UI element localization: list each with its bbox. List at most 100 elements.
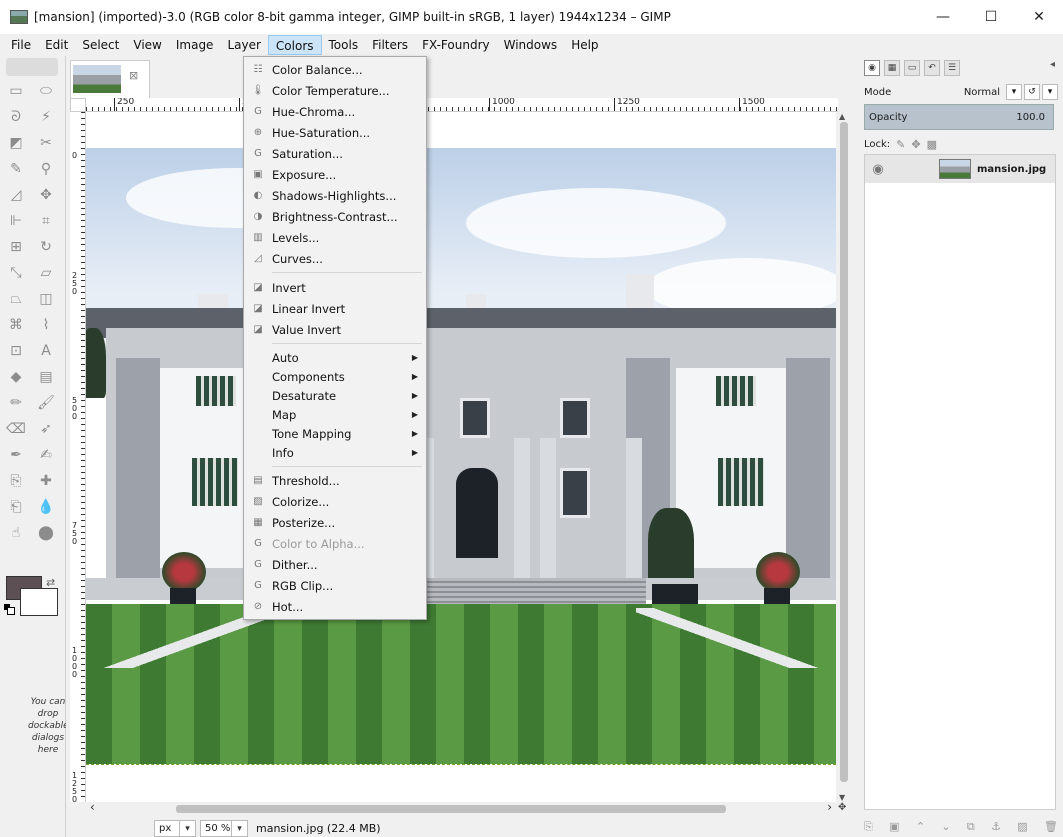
menu-item-linear-invert[interactable]: ◪ Linear Invert: [244, 298, 426, 319]
unit-select[interactable]: px ▾: [154, 820, 196, 837]
dock-list-icon[interactable]: ☰: [944, 60, 960, 76]
text-icon[interactable]: A: [34, 340, 58, 362]
eye-icon[interactable]: ◉: [865, 162, 891, 177]
menu-item-color-balance[interactable]: ☷ Color Balance...: [244, 59, 426, 80]
menu-item-desaturate[interactable]: Desaturate ▶: [244, 385, 426, 406]
scroll-down-icon[interactable]: ▼: [839, 793, 845, 802]
menu-tools[interactable]: Tools: [322, 35, 366, 55]
crop-icon[interactable]: ⌗: [34, 210, 58, 232]
fuzzy-select-icon[interactable]: ⚡: [34, 106, 58, 128]
image-canvas[interactable]: [86, 112, 836, 802]
menu-item-threshold[interactable]: ▤ Threshold...: [244, 470, 426, 491]
menu-item-posterize[interactable]: ▦ Posterize...: [244, 512, 426, 533]
horizontal-scrollbar[interactable]: ‹ ›: [86, 800, 836, 816]
menu-item-dither[interactable]: G Dither...: [244, 554, 426, 575]
gradient-icon[interactable]: ▤: [34, 366, 58, 388]
paths-tab-icon[interactable]: ▭: [904, 60, 920, 76]
color-picker-icon[interactable]: ✎: [4, 158, 28, 180]
ellipse-select-icon[interactable]: ⬭: [34, 80, 58, 102]
pencil-icon[interactable]: ✏: [4, 392, 28, 414]
lock-alpha-icon[interactable]: ▩: [927, 138, 937, 151]
undo-tab-icon[interactable]: ↶: [924, 60, 940, 76]
menu-image[interactable]: Image: [169, 35, 221, 55]
menu-item-auto[interactable]: Auto ▶: [244, 347, 426, 368]
vertical-scroll-thumb[interactable]: [840, 122, 848, 782]
close-tab-icon[interactable]: ⊠: [129, 69, 138, 82]
menu-select[interactable]: Select: [75, 35, 126, 55]
navigate-icon[interactable]: ✥: [838, 802, 852, 816]
menu-windows[interactable]: Windows: [497, 35, 565, 55]
menu-fx-foundry[interactable]: FX-Foundry: [415, 35, 497, 55]
perspective-clone-icon[interactable]: ⎗: [4, 496, 28, 518]
menu-item-tone-mapping[interactable]: Tone Mapping ▶: [244, 423, 426, 444]
bucket-fill-icon[interactable]: ◆: [4, 366, 28, 388]
menu-view[interactable]: View: [126, 35, 168, 55]
channels-tab-icon[interactable]: ▦: [884, 60, 900, 76]
scroll-up-icon[interactable]: ▲: [839, 112, 845, 121]
lock-pixels-icon[interactable]: ✎: [896, 138, 905, 151]
heal-icon[interactable]: ✚: [34, 470, 58, 492]
background-color-swatch[interactable]: [20, 588, 58, 616]
zoom-icon[interactable]: ⚲: [34, 158, 58, 180]
align-icon[interactable]: ⊩: [4, 210, 28, 232]
close-button[interactable]: ✕: [1015, 0, 1063, 34]
smudge-icon[interactable]: ☝: [4, 522, 28, 544]
clone-icon[interactable]: ⎘: [4, 470, 28, 492]
mypaint-brush-icon[interactable]: ✍: [34, 444, 58, 466]
minimize-button[interactable]: —: [919, 0, 967, 34]
menu-item-components[interactable]: Components ▶: [244, 366, 426, 387]
new-group-icon[interactable]: ▣: [889, 820, 899, 836]
menu-edit[interactable]: Edit: [38, 35, 75, 55]
menu-item-colorize[interactable]: ▨ Colorize...: [244, 491, 426, 512]
lower-layer-icon[interactable]: ⌄: [941, 820, 950, 836]
free-select-icon[interactable]: ᘐ: [4, 106, 28, 128]
airbrush-icon[interactable]: ➶: [34, 418, 58, 440]
chevron-down-icon[interactable]: ▾: [1042, 84, 1058, 100]
opacity-slider[interactable]: Opacity 100.0: [864, 104, 1054, 130]
move-icon[interactable]: ✥: [34, 184, 58, 206]
warp-transform-icon[interactable]: ⌇: [34, 314, 58, 336]
horizontal-scroll-thumb[interactable]: [176, 805, 726, 813]
duplicate-layer-icon[interactable]: ⧉: [967, 820, 975, 836]
blur-sharpen-icon[interactable]: 💧: [34, 496, 58, 518]
menu-item-hot[interactable]: ⊘ Hot...: [244, 596, 426, 617]
handle-transform-icon[interactable]: ⊡: [4, 340, 28, 362]
menu-item-hue-saturation[interactable]: ⊕ Hue-Saturation...: [244, 122, 426, 143]
horizontal-ruler[interactable]: 250 500 750 1000 1250 1500: [86, 98, 838, 112]
menu-colors[interactable]: Colors: [267, 35, 322, 55]
menu-help[interactable]: Help: [564, 35, 605, 55]
cage-transform-icon[interactable]: ⌘: [4, 314, 28, 336]
scissors-icon[interactable]: ✂: [34, 132, 58, 154]
menu-item-curves[interactable]: ◿ Curves...: [244, 248, 426, 269]
by-color-select-icon[interactable]: ◩: [4, 132, 28, 154]
menu-item-value-invert[interactable]: ◪ Value Invert: [244, 319, 426, 340]
layer-row[interactable]: ◉ mansion.jpg: [865, 155, 1055, 183]
lock-position-icon[interactable]: ✥: [911, 138, 920, 151]
scroll-right-icon[interactable]: ›: [827, 800, 832, 814]
menu-item-saturation[interactable]: G Saturation...: [244, 143, 426, 164]
unified-transform-icon[interactable]: ⊞: [4, 236, 28, 258]
rect-select-icon[interactable]: ▭: [4, 80, 28, 102]
menu-item-info[interactable]: Info ▶: [244, 442, 426, 463]
zoom-select[interactable]: 50 % ▾: [200, 820, 248, 837]
reset-colors-icon[interactable]: [4, 604, 15, 615]
eraser-icon[interactable]: ⌫: [4, 418, 28, 440]
dodge-burn-icon[interactable]: ⬤: [34, 522, 58, 544]
delete-layer-icon[interactable]: 🗑: [1044, 820, 1058, 836]
scroll-left-icon[interactable]: ‹: [90, 800, 95, 814]
paintbrush-icon[interactable]: 🖌: [34, 392, 58, 414]
menu-item-invert[interactable]: ◪ Invert: [244, 277, 426, 298]
perspective-icon[interactable]: ⏢: [4, 288, 28, 310]
menu-item-rgb-clip[interactable]: G RGB Clip...: [244, 575, 426, 596]
swap-colors-icon[interactable]: ⇄: [46, 576, 55, 589]
menu-item-levels[interactable]: ▥ Levels...: [244, 227, 426, 248]
ink-icon[interactable]: ✒: [4, 444, 28, 466]
chevron-down-icon[interactable]: ▾: [1006, 84, 1022, 100]
layers-tab-icon[interactable]: ◉: [864, 60, 880, 76]
raise-layer-icon[interactable]: ⌃: [916, 820, 925, 836]
vertical-ruler[interactable]: 0 250 500 750 1000 1250: [70, 112, 86, 804]
menu-item-color-temperature[interactable]: 🌡 Color Temperature...: [244, 80, 426, 101]
menu-item-shadows-highlights[interactable]: ◐ Shadows-Highlights...: [244, 185, 426, 206]
menu-item-hue-chroma[interactable]: G Hue-Chroma...: [244, 101, 426, 122]
vertical-scrollbar[interactable]: ▲ ▼: [836, 112, 852, 802]
